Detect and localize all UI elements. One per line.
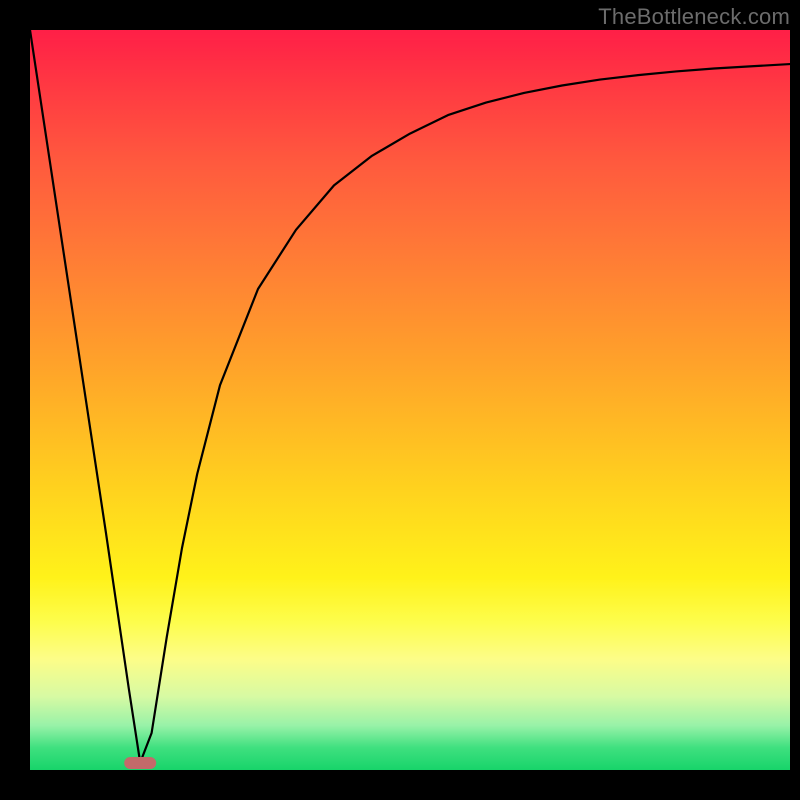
bottleneck-curve-svg	[30, 30, 790, 770]
bottleneck-curve	[30, 30, 790, 763]
optimal-marker	[124, 757, 156, 769]
plot-area	[30, 30, 790, 770]
chart-frame: TheBottleneck.com	[0, 0, 800, 800]
attribution-watermark: TheBottleneck.com	[598, 4, 790, 30]
